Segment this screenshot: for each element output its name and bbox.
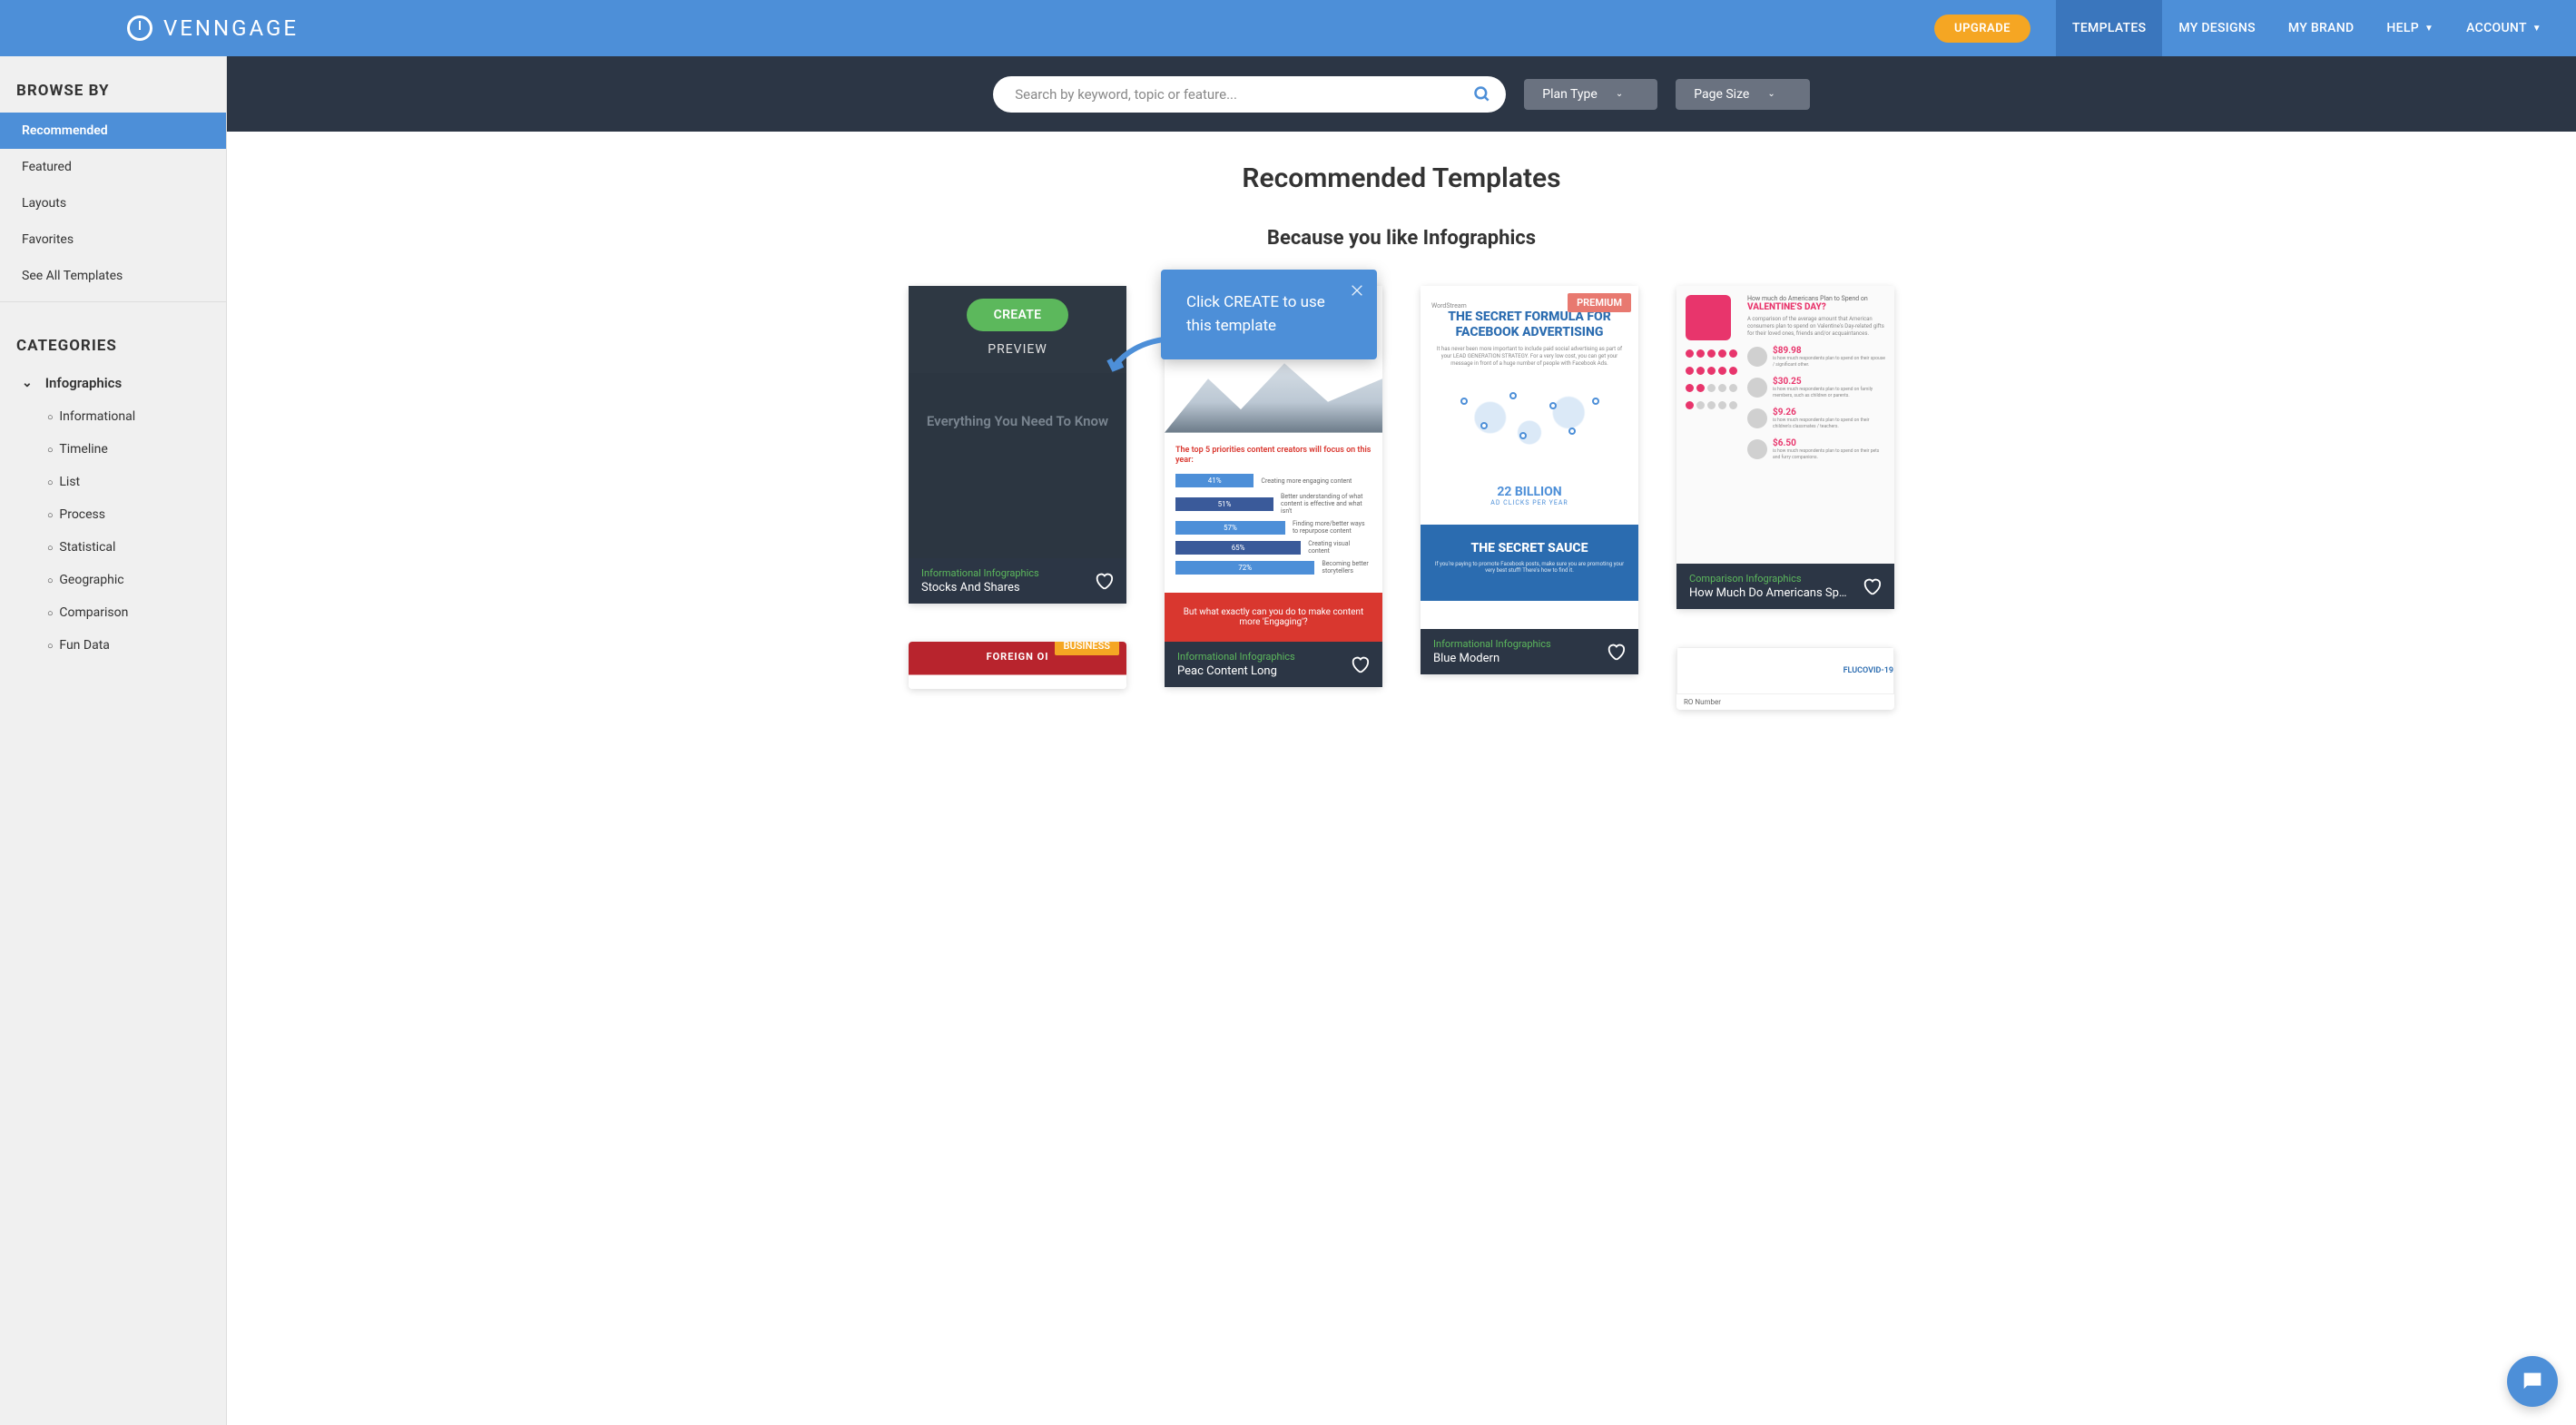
template-thumbnail: FLU COVID-19	[1676, 647, 1894, 694]
card-title: Stocks And Shares	[921, 581, 1039, 595]
subcat-list[interactable]: List	[0, 466, 226, 498]
search-wrap	[993, 76, 1506, 113]
search-input[interactable]	[993, 76, 1506, 113]
favorite-icon[interactable]	[1862, 576, 1882, 596]
categories-title: CATEGORIES	[0, 302, 226, 366]
upgrade-button[interactable]: UPGRADE	[1934, 15, 2030, 43]
template-thumbnail: CREATE PREVIEW Everything You Need To Kn…	[909, 286, 1126, 558]
subcat-fun-data[interactable]: Fun Data	[0, 629, 226, 662]
subcat-comparison[interactable]: Comparison	[0, 596, 226, 629]
sidebar-item-all-templates[interactable]: See All Templates	[0, 258, 226, 294]
card-title: Peac Content Long	[1177, 664, 1295, 678]
onboarding-tooltip: Click CREATE to use this template	[1161, 270, 1377, 359]
page-title: Recommended Templates	[281, 162, 2522, 194]
preview-link[interactable]: PREVIEW	[988, 342, 1047, 357]
card-footer: Informational Infographics Stocks And Sh…	[909, 558, 1126, 604]
subcat-statistical[interactable]: Statistical	[0, 531, 226, 564]
tooltip-text: Click CREATE to use this template	[1186, 293, 1325, 335]
sidebar-item-recommended[interactable]: Recommended	[0, 113, 226, 149]
card-footer: Comparison Infographics How Much Do Amer…	[1676, 564, 1894, 609]
sidebar: BROWSE BY Recommended Featured Layouts F…	[0, 56, 227, 1425]
chevron-down-icon: ⌄	[1616, 89, 1623, 99]
search-icon[interactable]	[1473, 85, 1491, 103]
card-footer: Informational Infographics Blue Modern	[1421, 629, 1638, 674]
template-card[interactable]: CREATE PREVIEW Everything You Need To Kn…	[909, 286, 1126, 604]
favorite-icon[interactable]	[1094, 571, 1114, 591]
thumb-heading: Everything You Need To Know	[927, 413, 1108, 429]
subcat-timeline[interactable]: Timeline	[0, 433, 226, 466]
card-category: Informational Infographics	[1433, 638, 1551, 650]
card-category: Informational Infographics	[1177, 651, 1295, 663]
premium-badge: PREMIUM	[1568, 293, 1631, 312]
nav-templates[interactable]: TEMPLATES	[2056, 0, 2162, 56]
caret-down-icon: ▼	[2532, 24, 2542, 34]
card-category: Informational Infographics	[921, 567, 1039, 579]
top-nav: VENNGAGE UPGRADE TEMPLATES MY DESIGNS MY…	[0, 0, 2576, 56]
template-card[interactable]: PREMIUM WordStream THE SECRET FORMULA FO…	[1421, 286, 1638, 674]
plan-type-dropdown[interactable]: Plan Type⌄	[1524, 79, 1657, 110]
subcat-process[interactable]: Process	[0, 498, 226, 531]
nav-my-designs[interactable]: MY DESIGNS	[2162, 0, 2272, 56]
subcat-informational[interactable]: Informational	[0, 400, 226, 433]
nav-help[interactable]: HELP▼	[2370, 0, 2450, 56]
chevron-down-icon: ⌄	[1767, 89, 1775, 99]
subcat-geographic[interactable]: Geographic	[0, 564, 226, 596]
close-icon[interactable]	[1350, 282, 1364, 306]
template-thumbnail: How much do Americans Plan to Spend on V…	[1676, 286, 1894, 564]
business-badge: BUSINESS	[1055, 642, 1120, 655]
favorite-icon[interactable]	[1606, 642, 1626, 662]
card-title: Blue Modern	[1433, 652, 1551, 665]
card-category: Comparison Infographics	[1689, 573, 1853, 585]
template-card[interactable]: BUSINESS FOREIGN OI	[909, 642, 1126, 689]
brand-logo[interactable]: VENNGAGE	[127, 15, 299, 41]
create-button[interactable]: CREATE	[967, 299, 1069, 331]
brand-name: VENNGAGE	[163, 15, 299, 41]
chat-widget[interactable]	[2507, 1356, 2558, 1407]
sidebar-item-favorites[interactable]: Favorites	[0, 221, 226, 258]
template-card[interactable]: FLU COVID-19 RO Number	[1676, 647, 1894, 710]
gift-icon	[1686, 295, 1731, 340]
favorite-icon[interactable]	[1350, 654, 1370, 674]
page-size-dropdown[interactable]: Page Size⌄	[1676, 79, 1810, 110]
card-title: How Much Do Americans Spen...	[1689, 586, 1853, 600]
card-hover-overlay: CREATE PREVIEW Everything You Need To Kn…	[909, 286, 1126, 558]
content: Recommended Templates Because you like I…	[227, 132, 2576, 741]
filter-bar: Plan Type⌄ Page Size⌄	[227, 56, 2576, 132]
caret-down-icon: ▼	[2424, 24, 2433, 34]
chevron-down-icon: ⌄	[22, 376, 33, 390]
template-grid: CREATE PREVIEW Everything You Need To Kn…	[281, 286, 2522, 710]
sidebar-item-layouts[interactable]: Layouts	[0, 185, 226, 221]
chat-icon	[2520, 1369, 2545, 1394]
nav-links: TEMPLATES MY DESIGNS MY BRAND HELP▼ ACCO…	[2056, 0, 2558, 56]
card-footer: Informational Infographics Peac Content …	[1165, 642, 1382, 687]
nav-account[interactable]: ACCOUNT▼	[2450, 0, 2558, 56]
browse-by-title: BROWSE BY	[0, 56, 226, 113]
clock-icon	[127, 15, 152, 41]
main: Plan Type⌄ Page Size⌄ Recommended Templa…	[227, 56, 2576, 1425]
template-thumbnail: WordStream THE SECRET FORMULA FOR FACEBO…	[1421, 286, 1638, 629]
template-card[interactable]: How much do Americans Plan to Spend on V…	[1676, 286, 1894, 609]
category-infographics[interactable]: ⌄ Infographics	[0, 366, 226, 400]
section-title: Because you like Infographics	[281, 227, 2522, 250]
sidebar-item-featured[interactable]: Featured	[0, 149, 226, 185]
nav-my-brand[interactable]: MY BRAND	[2272, 0, 2371, 56]
tooltip-arrow-icon	[1105, 330, 1168, 376]
